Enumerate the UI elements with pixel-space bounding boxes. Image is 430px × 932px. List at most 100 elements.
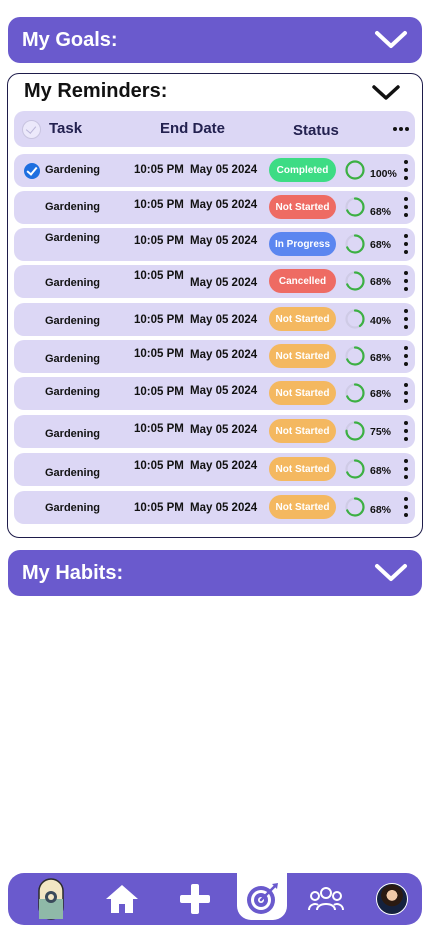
end-time: 10:05 PM [134, 502, 184, 514]
row-menu-icon[interactable] [404, 346, 408, 366]
habits-title: My Habits: [22, 561, 124, 584]
add-icon [180, 884, 210, 914]
profile-avatar [376, 883, 408, 915]
end-time: 10:05 PM [134, 460, 184, 472]
more-options-icon[interactable] [393, 127, 409, 131]
nav-capsule[interactable] [36, 873, 66, 925]
habits-section-header[interactable]: My Habits: [8, 550, 422, 596]
table-row[interactable]: Gardening 10:05 PM May 05 2024 Not Started 6… [14, 191, 415, 224]
table-row[interactable]: Gardening 10:05 PM May 05 2024 Completed 100… [14, 154, 415, 187]
row-menu-icon[interactable] [404, 497, 408, 517]
row-checkbox[interactable] [24, 349, 40, 365]
task-name: Gardening [45, 232, 101, 244]
progress-percent: 68% [370, 352, 392, 364]
progress-ring [345, 160, 365, 180]
progress-ring [345, 271, 365, 291]
status-badge[interactable]: Not Started [269, 457, 336, 481]
table-row[interactable]: Gardening 10:05 PM May 05 2024 Not Started 6… [14, 491, 415, 524]
row-menu-icon[interactable] [404, 271, 408, 291]
nav-profile[interactable] [374, 873, 410, 925]
status-badge[interactable]: In Progress [269, 232, 336, 256]
row-checkbox[interactable] [24, 200, 40, 216]
progress-ring [345, 421, 365, 441]
task-name: Gardening [45, 502, 101, 514]
end-time: 10:05 PM [134, 423, 184, 435]
row-menu-icon[interactable] [404, 197, 408, 217]
row-checkbox[interactable] [24, 386, 40, 402]
progress-percent: 100% [370, 168, 397, 180]
row-checkbox[interactable] [24, 424, 40, 440]
progress-percent: 68% [370, 276, 392, 288]
end-date: May 05 2024 [190, 460, 258, 472]
end-date: May 05 2024 [190, 385, 258, 397]
progress-ring [345, 309, 365, 329]
task-name: Gardening [45, 315, 101, 327]
end-time: 10:05 PM [134, 164, 184, 176]
table-row[interactable]: Gardening 10:05 PM May 05 2024 Cancelled 68% [14, 265, 415, 298]
row-menu-icon[interactable] [404, 459, 408, 479]
column-header-end-date[interactable]: End Date [160, 120, 225, 137]
row-checkbox[interactable] [24, 312, 40, 328]
end-date: May 05 2024 [190, 424, 258, 436]
progress-ring [345, 383, 365, 403]
status-badge[interactable]: Not Started [269, 344, 336, 368]
end-time: 10:05 PM [134, 314, 184, 326]
progress-ring [345, 197, 365, 217]
row-checkbox[interactable] [24, 237, 40, 253]
task-name: Gardening [45, 277, 101, 289]
row-checkbox[interactable] [24, 274, 40, 290]
reminders-panel: My Reminders: Task End Date Status Garde… [7, 73, 423, 538]
progress-percent: 68% [370, 239, 392, 251]
home-icon [106, 885, 138, 913]
table-row[interactable]: Gardening 10:05 PM May 05 2024 Not Started 6… [14, 453, 415, 486]
progress-ring [345, 497, 365, 517]
capsule-icon [38, 878, 64, 920]
goals-title: My Goals: [22, 28, 118, 51]
row-checkbox[interactable] [24, 163, 40, 179]
row-checkbox[interactable] [24, 462, 40, 478]
row-menu-icon[interactable] [404, 309, 408, 329]
group-icon [308, 887, 344, 911]
reminders-title: My Reminders: [24, 80, 168, 102]
nav-home[interactable] [102, 873, 142, 925]
row-menu-icon[interactable] [404, 160, 408, 180]
column-header-status[interactable]: Status [293, 122, 339, 139]
row-menu-icon[interactable] [404, 234, 408, 254]
status-badge[interactable]: Not Started [269, 495, 336, 519]
progress-percent: 68% [370, 206, 392, 218]
nav-add[interactable] [175, 873, 215, 925]
row-menu-icon[interactable] [404, 421, 408, 441]
status-badge[interactable]: Not Started [269, 419, 336, 443]
progress-ring [345, 234, 365, 254]
end-date: May 05 2024 [190, 349, 258, 361]
status-badge[interactable]: Not Started [269, 381, 336, 405]
bottom-nav [8, 872, 422, 925]
row-checkbox[interactable] [24, 500, 40, 516]
end-time: 10:05 PM [134, 386, 184, 398]
reminders-table-header: Task End Date Status [14, 111, 415, 147]
nav-goals[interactable] [242, 873, 282, 925]
status-badge[interactable]: Not Started [269, 195, 336, 219]
status-badge[interactable]: Not Started [269, 307, 336, 331]
column-header-task[interactable]: Task [49, 120, 82, 137]
table-row[interactable]: Gardening 10:05 PM May 05 2024 Not Started 7… [14, 415, 415, 448]
table-row[interactable]: Gardening 10:05 PM May 05 2024 Not Started 4… [14, 303, 415, 336]
task-name: Gardening [45, 164, 101, 176]
nav-community[interactable] [306, 873, 346, 925]
end-date: May 05 2024 [190, 277, 258, 289]
table-row[interactable]: Gardening 10:05 PM May 05 2024 Not Started 6… [14, 377, 415, 410]
table-row[interactable]: Gardening 10:05 PM May 05 2024 Not Started 6… [14, 340, 415, 373]
end-date: May 05 2024 [190, 502, 258, 514]
progress-percent: 68% [370, 465, 392, 477]
goals-section-header[interactable]: My Goals: [8, 17, 422, 63]
end-date: May 05 2024 [190, 164, 258, 176]
chevron-down-icon[interactable] [374, 563, 408, 583]
chevron-down-icon[interactable] [371, 83, 401, 103]
status-badge[interactable]: Completed [269, 158, 336, 182]
select-all-checkbox[interactable] [22, 120, 41, 139]
status-badge[interactable]: Cancelled [269, 269, 336, 293]
end-date: May 05 2024 [190, 235, 258, 247]
row-menu-icon[interactable] [404, 383, 408, 403]
chevron-down-icon[interactable] [374, 30, 408, 50]
table-row[interactable]: Gardening 10:05 PM May 05 2024 In Progress 6… [14, 228, 415, 261]
